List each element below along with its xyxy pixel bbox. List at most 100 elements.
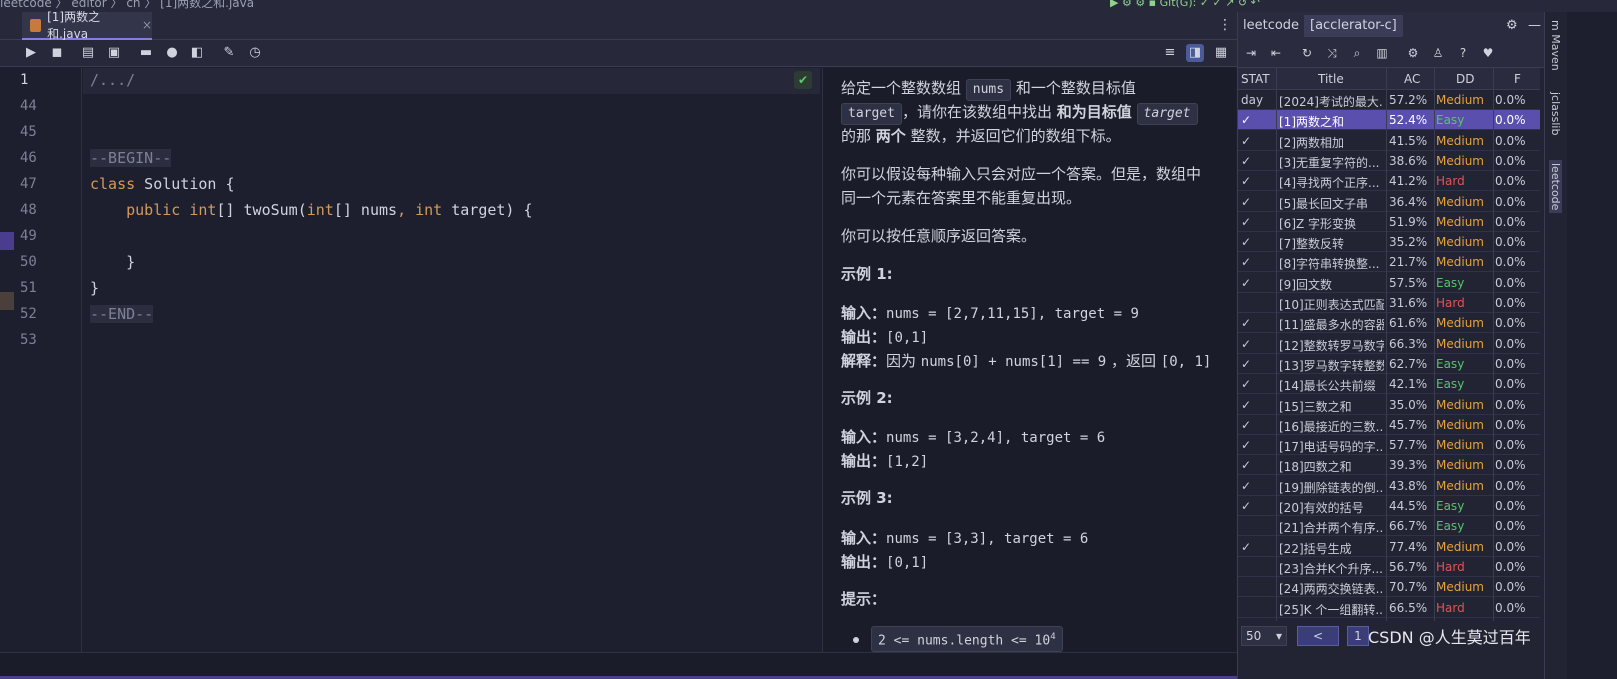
table-row[interactable]: ✓ [18]四数之和 39.3% Medium 0.0% [1238,455,1540,476]
table-row[interactable]: ✓ [17]电话号码的字... 57.7% Medium 0.0% [1238,435,1540,456]
open-icon[interactable]: ◧ [188,44,206,62]
code-editor[interactable]: /.../ --BEGIN-- class Solution { public … [83,68,820,652]
label: 输出： [841,553,887,571]
folded-imports[interactable]: /.../ [90,71,135,89]
table-row[interactable]: ✓ [16]最接近的三数... 45.7% Medium 0.0% [1238,415,1540,435]
table-row[interactable]: ✓ [12]整数转罗马数字 66.3% Medium 0.0% [1238,334,1540,354]
clean-icon[interactable]: ♙ [1430,45,1446,61]
edit-icon[interactable]: ✎ [220,44,238,62]
header-dd[interactable]: DD [1456,72,1512,86]
difficulty-cell: Medium [1436,336,1484,351]
comment-icon[interactable]: ▬ [137,44,155,62]
table-row[interactable]: ✓ [13]罗马数字转整数 62.7% Easy 0.0% [1238,354,1540,374]
submit-icon[interactable]: ◼ [48,44,66,62]
table-row[interactable]: ✓ [7]整数反转 35.2% Medium 0.0% [1238,232,1540,253]
table-row[interactable]: [25]K 个一组翻转... 66.5% Hard 0.0% [1238,598,1540,618]
ac-cell: 45.7% [1389,417,1428,432]
ac-cell: 35.2% [1389,235,1428,250]
table-row[interactable]: ✓ [19]删除链表的倒... 43.8% Medium 0.0% [1238,476,1540,496]
logout-icon[interactable]: ⇤ [1268,45,1284,61]
maven-tool[interactable]: m Maven [1549,20,1562,71]
tab-leetcode[interactable]: leetcode [1243,18,1299,33]
chart-icon[interactable]: ▥ [1374,45,1390,61]
title-cell: [13]罗马数字转整数 [1279,358,1384,373]
table-row[interactable]: ✓ [2]两数相加 41.5% Medium 0.0% [1238,131,1540,151]
refresh-icon[interactable]: ↻ [1299,45,1315,61]
run-icon[interactable]: ▶ [22,44,40,62]
title-cell: [2]两数相加 [1279,135,1344,150]
title-cell: [12]整数转罗马数字 [1279,338,1384,353]
settings-icon[interactable]: ⚙ [1405,45,1421,61]
code-line[interactable]: } [90,279,99,297]
table-row[interactable]: ✓ [8]字符串转换整... 21.7% Medium 0.0% [1238,252,1540,273]
table-row[interactable]: ✓ [22]括号生成 77.4% Medium 0.0% [1238,537,1540,557]
ac-cell: 31.6% [1389,296,1428,310]
collect-icon[interactable]: ▣ [105,44,123,62]
text: 因为 [886,352,921,370]
table-row[interactable]: ✓ [6]Z 字形变换 51.9% Medium 0.0% [1238,212,1540,232]
table-row[interactable]: ✓ [15]三数之和 35.0% Medium 0.0% [1238,395,1540,415]
tab-acclerator[interactable]: [acclerator-c] [1304,15,1403,37]
editor-tab[interactable]: [1]两数之和.java × [22,10,152,41]
bullet-icon [853,636,859,643]
table-row[interactable]: ✓ [4]寻找两个正序... 41.2% Hard 0.0% [1238,171,1540,192]
code-line[interactable]: class Solution { [90,175,235,193]
hint-icon[interactable]: ● [163,44,181,62]
frequency-cell: 0.0% [1495,194,1526,209]
example-input: 输入：nums = [2,7,11,15], target = 9 [841,301,1139,326]
code-line[interactable]: public int[] twoSum(int[] nums, int targ… [90,201,532,219]
page-number-button[interactable]: 1 [1347,626,1369,646]
header-f[interactable]: F [1514,72,1540,86]
more-options-icon[interactable]: ⋮ [1218,17,1232,33]
table-row[interactable]: [21]合并两个有序... 66.7% Easy 0.0% [1238,516,1540,537]
table-row[interactable]: [23]合并K个升序... 56.7% Hard 0.0% [1238,557,1540,577]
header-ac[interactable]: AC [1404,72,1448,86]
desc-line: target ，请你在该数组中找出 和为目标值 target [841,100,1198,125]
login-icon[interactable]: ⇥ [1243,45,1259,61]
code-line[interactable]: --BEGIN-- [90,149,172,167]
example-title: 示例 2: [841,389,893,407]
minimize-icon[interactable]: — [1528,18,1541,33]
prev-page-button[interactable]: < [1297,626,1339,646]
code-line[interactable]: /.../ [90,71,135,89]
help-icon[interactable]: ? [1455,45,1471,61]
table-row[interactable]: ✓ [1]两数之和 52.4% Easy 0.0% [1238,110,1540,131]
code-line[interactable]: --END-- [90,305,154,323]
title-cell: [21]合并两个有序... [1279,521,1384,536]
preview-only-icon[interactable]: ▦ [1212,44,1230,62]
heart-icon[interactable]: ♥ [1480,45,1496,61]
table-row[interactable]: [24]两两交换链表... 70.7% Medium 0.0% [1238,577,1540,598]
check-icon[interactable]: ✔ [794,71,812,89]
editor-toolbar: ▶ ◼ ▤ ▣ ▬ ● ◧ ✎ ◷ ≡ ◨ ▦ [0,40,1237,67]
table-row[interactable]: ✓ [5]最长回文子串 36.4% Medium 0.0% [1238,192,1540,212]
bold-text: 和为目标值 [1056,103,1132,121]
clear-icon[interactable]: ▤ [79,44,97,62]
gear-icon[interactable]: ⚙ [1506,18,1518,33]
table-row[interactable]: day [2024]考试的最大... 57.2% Medium 0.0% [1238,90,1540,110]
ac-cell: 61.6% [1389,316,1428,331]
search-icon[interactable]: ⌕ [1349,45,1365,61]
table-row[interactable]: ✓ [9]回文数 57.5% Easy 0.0% [1238,273,1540,293]
close-icon[interactable]: × [142,18,152,32]
example-title: 示例 3: [841,489,893,507]
difficulty-cell: Medium [1436,255,1484,270]
line-number: 48 [20,202,37,218]
run-toolbar[interactable]: ▶ ⚙ ⚙ ▪ Git(G): ✓ ✓ ↗ ↺ ↶ [1110,0,1260,9]
page-size-select[interactable]: 50 ▾ [1241,626,1287,646]
table-row[interactable]: ✓ [20]有效的括号 44.5% Easy 0.0% [1238,496,1540,516]
table-row[interactable]: ✓ [3]无重复字符的... 38.6% Medium 0.0% [1238,151,1540,171]
example-input: 输入：nums = [3,3], target = 6 [841,526,1088,551]
header-stat[interactable]: STAT [1241,72,1275,86]
timer-icon[interactable]: ◷ [246,44,264,62]
jclasslib-tool[interactable]: jclasslib [1549,92,1562,135]
editor-only-view-icon[interactable]: ≡ [1161,44,1179,62]
table-row[interactable]: [10]正则表达式匹配 31.6% Hard 0.0% [1238,293,1540,313]
difficulty-cell: Medium [1436,194,1484,209]
shuffle-icon[interactable]: ⤨ [1324,45,1340,61]
code-line[interactable]: } [90,253,135,271]
change-marker [0,292,14,310]
leetcode-tool[interactable]: leetcode [1549,160,1562,214]
table-row[interactable]: ✓ [14]最长公共前缀 42.1% Easy 0.0% [1238,374,1540,395]
split-view-icon[interactable]: ◨ [1186,44,1204,62]
table-row[interactable]: ✓ [11]盛最多水的容器 61.6% Medium 0.0% [1238,313,1540,334]
